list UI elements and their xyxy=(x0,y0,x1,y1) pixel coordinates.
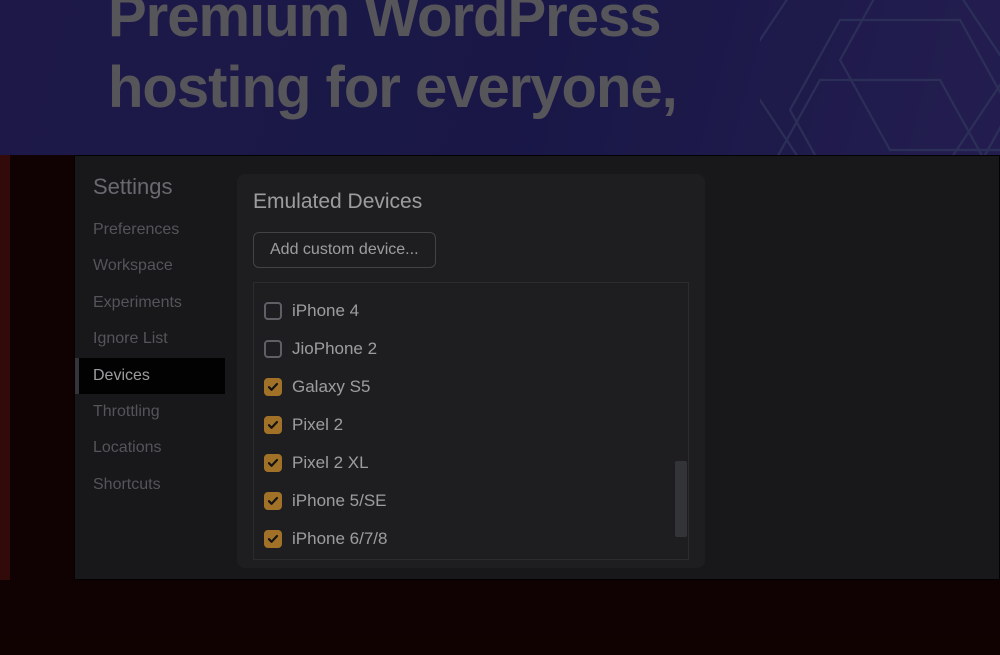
add-custom-device-button[interactable]: Add custom device... xyxy=(253,232,436,268)
checkbox-unchecked-icon[interactable] xyxy=(264,302,282,320)
device-row-iphone4[interactable]: iPhone 4 xyxy=(264,295,678,327)
emulated-devices-panel: Emulated Devices Add custom device... iP… xyxy=(237,174,705,568)
device-label: iPhone 4 xyxy=(292,301,359,321)
device-list-container: iPhone 4 JioPhone 2 Galaxy S5 xyxy=(253,282,689,560)
sidebar-item-throttling[interactable]: Throttling xyxy=(93,394,225,430)
device-row-pixel2[interactable]: Pixel 2 xyxy=(264,409,678,441)
device-row-jiophone2[interactable]: JioPhone 2 xyxy=(264,333,678,365)
sidebar-item-ignore-list[interactable]: Ignore List xyxy=(93,321,225,357)
checkbox-unchecked-icon[interactable] xyxy=(264,340,282,358)
device-label: JioPhone 2 xyxy=(292,339,377,359)
panel-title: Emulated Devices xyxy=(253,190,689,214)
device-label: iPhone 5/SE xyxy=(292,491,387,511)
device-row-pixel2xl[interactable]: Pixel 2 XL xyxy=(264,447,678,479)
headline-line-2: hosting for everyone, xyxy=(108,55,677,120)
device-label: Pixel 2 XL xyxy=(292,453,369,473)
checkbox-checked-icon[interactable] xyxy=(264,454,282,472)
checkbox-checked-icon[interactable] xyxy=(264,492,282,510)
device-row-iphone5se[interactable]: iPhone 5/SE xyxy=(264,485,678,517)
checkbox-checked-icon[interactable] xyxy=(264,530,282,548)
device-label: Pixel 2 xyxy=(292,415,343,435)
banner-headline: Premium WordPress hosting for everyone, xyxy=(108,0,677,124)
device-row-iphone678[interactable]: iPhone 6/7/8 xyxy=(264,523,678,555)
device-label: iPhone 6/7/8 xyxy=(292,529,387,549)
settings-main: Emulated Devices Add custom device... iP… xyxy=(225,156,999,579)
sidebar-item-experiments[interactable]: Experiments xyxy=(93,285,225,321)
settings-sidebar: Settings Preferences Workspace Experimen… xyxy=(75,156,225,579)
banner-decoration xyxy=(760,0,1000,155)
device-label: Galaxy S5 xyxy=(292,377,370,397)
headline-line-1: Premium WordPress xyxy=(108,0,660,49)
device-list: iPhone 4 JioPhone 2 Galaxy S5 xyxy=(254,283,688,559)
device-row-galaxy-s5[interactable]: Galaxy S5 xyxy=(264,371,678,403)
sidebar-item-preferences[interactable]: Preferences xyxy=(93,212,225,248)
sidebar-item-locations[interactable]: Locations xyxy=(93,430,225,466)
page-banner: Premium WordPress hosting for everyone, xyxy=(0,0,1000,155)
checkbox-checked-icon[interactable] xyxy=(264,378,282,396)
sidebar-item-devices[interactable]: Devices xyxy=(75,358,225,394)
settings-title: Settings xyxy=(93,174,225,200)
checkbox-checked-icon[interactable] xyxy=(264,416,282,434)
left-edge-strip xyxy=(0,155,10,580)
sidebar-item-shortcuts[interactable]: Shortcuts xyxy=(93,467,225,503)
devtools-settings-panel: Settings Preferences Workspace Experimen… xyxy=(74,155,1000,580)
sidebar-item-workspace[interactable]: Workspace xyxy=(93,248,225,284)
scrollbar-thumb[interactable] xyxy=(675,461,687,537)
